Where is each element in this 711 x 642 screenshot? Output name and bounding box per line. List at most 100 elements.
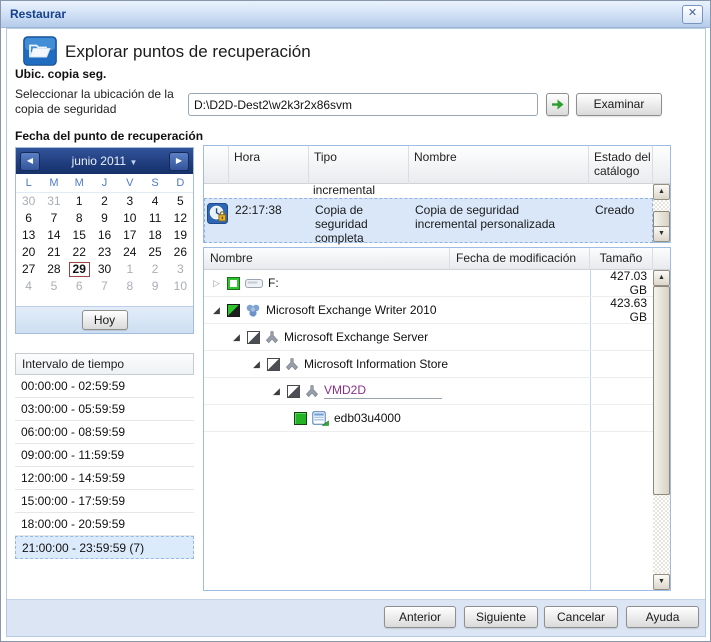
calendar-day[interactable]: 4 [142, 193, 167, 210]
checkbox-green-full[interactable] [294, 412, 307, 425]
close-button[interactable]: ✕ [682, 5, 703, 24]
tree-row[interactable]: ◢VMD2D [204, 378, 653, 405]
checkbox-green-mixed[interactable] [227, 304, 240, 317]
calendar-day[interactable]: 9 [92, 210, 117, 227]
tree-row[interactable]: edb03u4000 [204, 405, 653, 432]
scrollbar-thumb[interactable] [653, 286, 670, 495]
column-header-hora[interactable]: Hora [229, 146, 309, 184]
calendar-day[interactable]: 22 [67, 244, 92, 261]
calendar-day[interactable]: 12 [168, 210, 193, 227]
calendar-day[interactable]: 13 [16, 227, 41, 244]
calendar-month-dropdown[interactable]: junio 2011 ▼ [16, 154, 193, 168]
time-interval-row[interactable]: 06:00:00 - 08:59:59 [15, 421, 194, 444]
column-header-estado[interactable]: Estado del catálogo [589, 146, 653, 184]
calendar-day[interactable]: 8 [67, 210, 92, 227]
collapse-icon[interactable]: ◢ [230, 332, 243, 343]
tree-row[interactable]: ▷F:427.03 GB [204, 270, 653, 297]
calendar-day[interactable]: 7 [41, 210, 66, 227]
previous-button[interactable]: Anterior [384, 606, 456, 628]
calendar-day[interactable]: 30 [16, 193, 41, 210]
calendar-day[interactable]: 15 [67, 227, 92, 244]
backup-path-input[interactable] [188, 93, 538, 116]
time-interval-row[interactable]: 09:00:00 - 11:59:59 [15, 444, 194, 467]
calendar-day[interactable]: 7 [92, 278, 117, 295]
checkbox-gray-mixed[interactable] [287, 385, 300, 398]
time-interval-list: Intervalo de tiempo 00:00:00 - 02:59:590… [15, 353, 194, 559]
recovery-point-row-selected[interactable]: 22:17:38 Copia de seguridad completa Cop… [204, 198, 653, 243]
tree-row[interactable]: ◢Microsoft Information Store [204, 351, 653, 378]
expand-icon[interactable]: ▷ [210, 278, 223, 289]
calendar-day[interactable]: 24 [117, 244, 142, 261]
checkbox-green-border[interactable] [227, 277, 240, 290]
help-button[interactable]: Ayuda [626, 606, 699, 628]
go-button[interactable] [546, 93, 569, 116]
calendar-day[interactable]: 31 [41, 193, 66, 210]
browse-button[interactable]: Examinar [576, 93, 662, 116]
calendar-day[interactable]: 30 [92, 261, 117, 278]
calendar-day[interactable]: 9 [142, 278, 167, 295]
time-interval-row[interactable]: 15:00:00 - 17:59:59 [15, 490, 194, 513]
calendar-day[interactable]: 6 [67, 278, 92, 295]
calendar-day[interactable]: 5 [41, 278, 66, 295]
time-interval-row[interactable]: 03:00:00 - 05:59:59 [15, 398, 194, 421]
calendar-day[interactable]: 2 [92, 193, 117, 210]
scroll-down-icon[interactable]: ▼ [653, 574, 670, 590]
calendar-day[interactable]: 26 [168, 244, 193, 261]
calendar-day[interactable]: 6 [16, 210, 41, 227]
calendar-day[interactable]: 5 [168, 193, 193, 210]
calendar-day[interactable]: 16 [92, 227, 117, 244]
calendar-day[interactable]: 4 [16, 278, 41, 295]
checkbox-gray-mixed[interactable] [247, 331, 260, 344]
calendar-next-button[interactable]: ▶ [169, 152, 189, 171]
recovery-table-scrollbar[interactable]: ▲ ▼ [653, 184, 670, 242]
checkbox-gray-mixed[interactable] [267, 358, 280, 371]
calendar-day[interactable]: 2 [142, 261, 167, 278]
calendar-day[interactable]: 14 [41, 227, 66, 244]
column-header-icon [204, 146, 229, 184]
calendar-day[interactable]: 10 [168, 278, 193, 295]
calendar-day[interactable]: 19 [168, 227, 193, 244]
collapse-icon[interactable]: ◢ [250, 359, 263, 370]
column-header-tipo[interactable]: Tipo [309, 146, 409, 184]
scroll-up-icon[interactable]: ▲ [653, 184, 670, 200]
cancel-button[interactable]: Cancelar [544, 606, 618, 628]
scroll-down-icon[interactable]: ▼ [653, 226, 670, 242]
calendar-day[interactable]: 21 [41, 244, 66, 261]
tree-item-label: Microsoft Exchange Writer 2010 [266, 303, 437, 317]
collapse-icon[interactable]: ◢ [210, 305, 223, 316]
calendar-day[interactable]: 8 [117, 278, 142, 295]
writer-icon [245, 303, 261, 318]
next-button[interactable]: Siguiente [464, 606, 538, 628]
backup-location-label: Seleccionar la ubicación de la copia de … [15, 87, 187, 117]
calendar-day[interactable]: 23 [92, 244, 117, 261]
tree-scrollbar[interactable]: ▲ ▼ [653, 270, 670, 590]
calendar-day[interactable]: 18 [142, 227, 167, 244]
calendar-day[interactable]: 28 [41, 261, 66, 278]
calendar-day[interactable]: 11 [142, 210, 167, 227]
calendar-day[interactable]: 10 [117, 210, 142, 227]
calendar-day[interactable]: 17 [117, 227, 142, 244]
collapse-icon[interactable]: ◢ [270, 386, 283, 397]
tree-row[interactable]: ◢Microsoft Exchange Server [204, 324, 653, 351]
scroll-up-icon[interactable]: ▲ [653, 270, 670, 286]
calendar-day[interactable]: 25 [142, 244, 167, 261]
tree-column-fecha[interactable]: Fecha de modificación [450, 248, 590, 270]
time-interval-row[interactable]: 18:00:00 - 20:59:59 [15, 513, 194, 536]
time-interval-row[interactable]: 12:00:00 - 14:59:59 [15, 467, 194, 490]
calendar-day[interactable]: 1 [67, 193, 92, 210]
time-interval-row[interactable]: 21:00:00 - 23:59:59 (7) [15, 536, 194, 559]
calendar-day[interactable]: 27 [16, 261, 41, 278]
tree-row[interactable]: ◢Microsoft Exchange Writer 2010423.63 GB [204, 297, 653, 324]
calendar-day[interactable]: 3 [117, 193, 142, 210]
recovery-points-table: Hora Tipo Nombre Estado del catálogo inc… [203, 145, 671, 243]
recovery-point-row-partial[interactable]: incremental [204, 184, 653, 199]
calendar-day[interactable]: 3 [168, 261, 193, 278]
calendar-day[interactable]: 20 [16, 244, 41, 261]
tree-column-nombre[interactable]: Nombre [204, 248, 450, 270]
time-interval-row[interactable]: 00:00:00 - 02:59:59 [15, 375, 194, 398]
today-button[interactable]: Hoy [82, 310, 128, 330]
column-header-nombre[interactable]: Nombre [409, 146, 589, 184]
tree-column-tamano[interactable]: Tamaño [590, 248, 653, 270]
calendar-day-selected[interactable]: 29 [67, 261, 92, 278]
calendar-day[interactable]: 1 [117, 261, 142, 278]
